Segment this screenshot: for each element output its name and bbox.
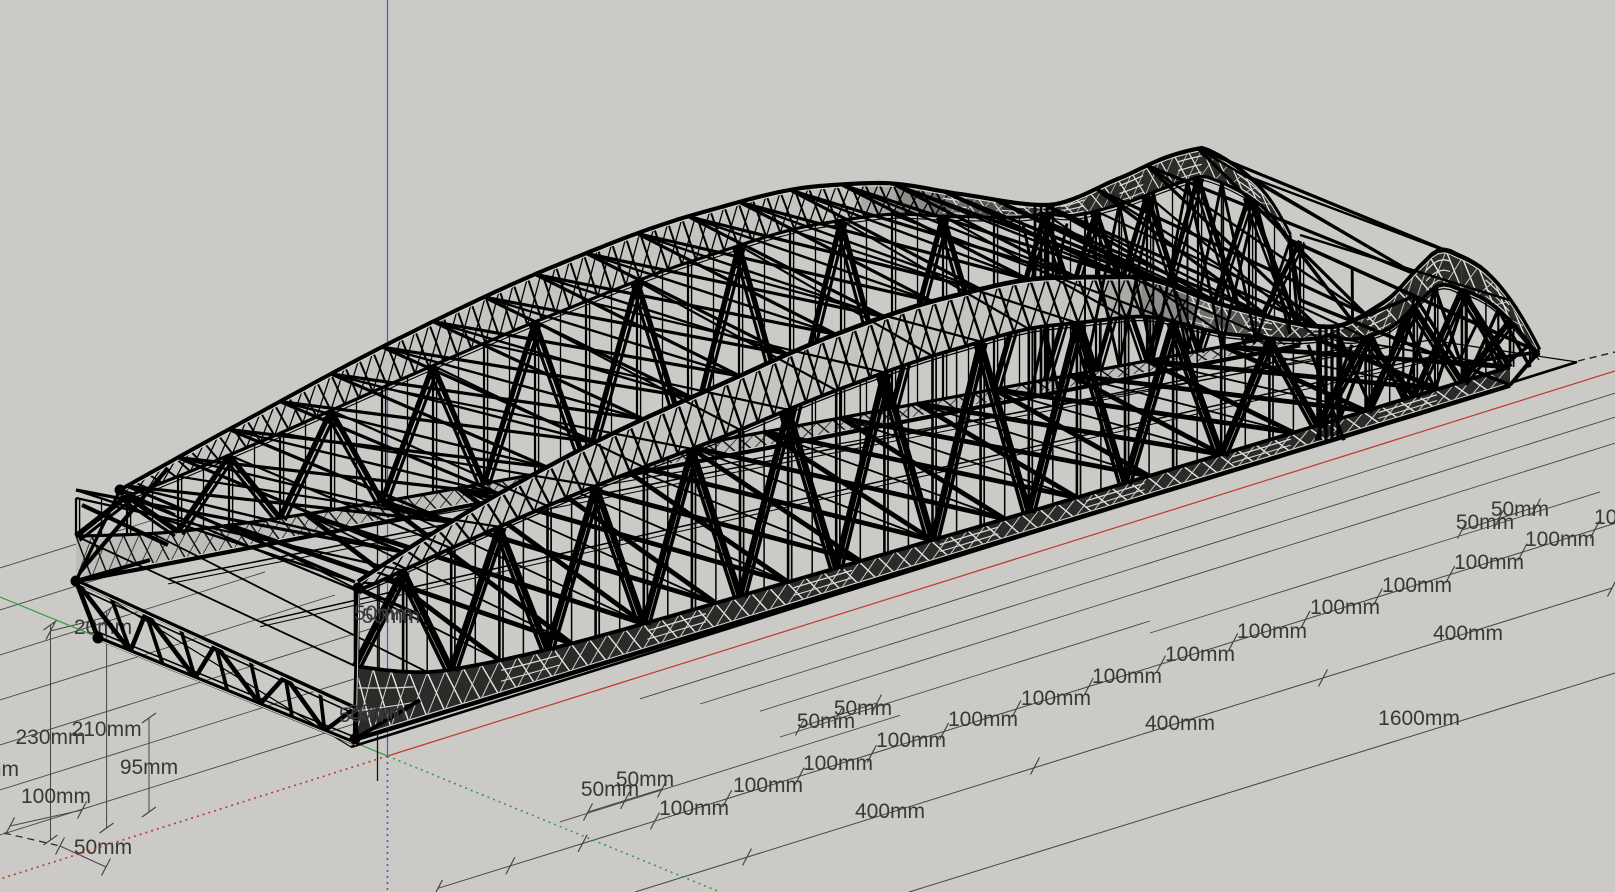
svg-text:100mm: 100mm [659, 797, 729, 820]
svg-text:100mm: 100mm [1310, 596, 1380, 619]
svg-text:100mm: 100mm [0, 758, 19, 781]
svg-text:50mm: 50mm [834, 697, 892, 720]
svg-text:50mm: 50mm [1491, 498, 1549, 521]
svg-text:95mm: 95mm [120, 756, 178, 779]
svg-text:400mm: 400mm [1145, 712, 1215, 735]
svg-text:100mm: 100mm [1594, 506, 1615, 529]
svg-text:100mm: 100mm [876, 729, 946, 752]
svg-text:400mm: 400mm [1433, 622, 1503, 645]
svg-text:100mm: 100mm [1382, 574, 1452, 597]
svg-text:100mm: 100mm [1021, 687, 1091, 710]
svg-text:100mm: 100mm [1092, 665, 1162, 688]
svg-text:100mm: 100mm [948, 708, 1018, 731]
svg-text:100mm: 100mm [733, 774, 803, 797]
svg-text:100mm: 100mm [1525, 528, 1595, 551]
svg-text:1600mm: 1600mm [1378, 707, 1460, 730]
svg-text:400mm: 400mm [855, 800, 925, 823]
svg-text:100mm: 100mm [1237, 620, 1307, 643]
svg-text:100mm: 100mm [803, 752, 873, 775]
svg-text:100mm: 100mm [21, 785, 91, 808]
svg-text:50mm: 50mm [616, 768, 674, 791]
svg-text:50mm: 50mm [362, 605, 420, 628]
svg-text:210mm: 210mm [72, 718, 142, 741]
svg-text:100mm: 100mm [1454, 551, 1524, 574]
svg-text:20mm: 20mm [348, 701, 406, 724]
svg-text:100mm: 100mm [1165, 643, 1235, 666]
